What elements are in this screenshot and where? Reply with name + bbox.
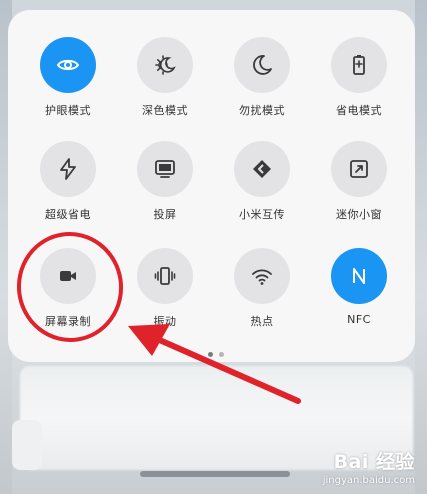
mi-share-icon [253,160,271,178]
tile-label: 勿扰模式 [239,104,285,117]
tile-label: 屏幕录制 [45,315,91,328]
video-camera-icon [60,271,76,281]
tile-circle[interactable] [137,141,193,197]
tile-label: 振动 [153,315,177,328]
tile-label: 省电模式 [336,104,382,117]
watermark-sub: jingyan.baidu.com [322,475,415,486]
tile-label: 小米互传 [239,208,285,221]
tile-circle[interactable] [40,37,96,93]
hotspot-icon [252,269,272,285]
tile-screen-record[interactable]: 屏幕录制 [18,248,118,329]
tile-circle[interactable] [234,248,290,304]
tile-mini-window[interactable]: 迷你小窗 [309,141,409,222]
tile-circle[interactable] [40,141,96,197]
page-indicator [208,352,224,357]
watermark-main: Bai 经验 [333,451,415,473]
tile-circle[interactable] [331,141,387,197]
control-center-panel: 护眼模式 深色模式 勿扰模式 省电模式 超级省电 投屏 小米互传 迷你小窗 屏幕… [8,10,415,362]
tile-label: NFC [347,313,371,326]
battery-icon [353,55,365,75]
tile-circle[interactable] [137,248,193,304]
tile-label: 超级省电 [45,208,91,221]
blurred-background-card [12,420,42,470]
tile-dark-mode[interactable]: 深色模式 [115,37,215,118]
tile-circle[interactable] [331,248,387,304]
tile-circle[interactable] [331,37,387,93]
tile-screen-cast[interactable]: 投屏 [115,141,215,222]
tile-circle[interactable] [234,37,290,93]
tile-circle[interactable] [234,141,290,197]
tile-hotspot[interactable]: 热点 [212,248,312,329]
sun-moon-icon [155,55,176,75]
mini-window-icon [350,160,368,178]
nfc-icon [353,268,365,284]
tile-nfc[interactable]: NFC [309,248,409,326]
watermark: Bai 经验 jingyan.baidu.com [323,447,415,486]
home-indicator-bar[interactable] [140,471,290,477]
tile-label: 护眼模式 [45,104,91,117]
moon-icon [253,55,272,75]
lightning-icon [60,158,76,180]
tile-label: 热点 [250,315,274,328]
background-right [415,0,427,494]
screen-cast-icon [155,160,175,178]
page-dot [219,352,224,357]
tile-do-not-disturb[interactable]: 勿扰模式 [212,37,312,118]
tile-label: 迷你小窗 [336,208,382,221]
tile-eye-comfort[interactable]: 护眼模式 [18,37,118,118]
tile-battery-saver[interactable]: 省电模式 [309,37,409,118]
tile-circle[interactable] [137,37,193,93]
tile-vibrate[interactable]: 振动 [115,248,215,329]
tile-label: 投屏 [153,208,177,221]
tile-label: 深色模式 [142,104,188,117]
tile-circle[interactable] [40,248,96,304]
vibrate-icon [154,267,176,285]
tile-ultra-battery-saver[interactable]: 超级省电 [18,141,118,222]
tile-mi-share[interactable]: 小米互传 [212,141,312,222]
page-dot-active [208,352,213,357]
eye-icon [56,59,80,71]
